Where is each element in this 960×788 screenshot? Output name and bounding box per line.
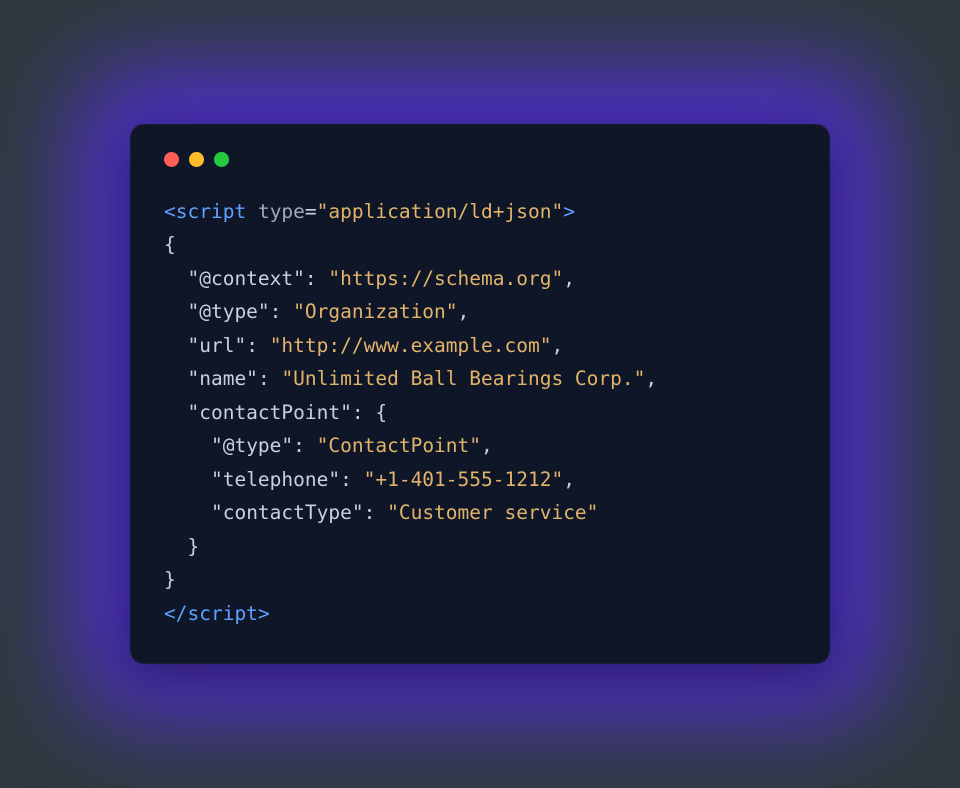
tag-open-end: > xyxy=(563,200,575,223)
minimize-icon[interactable] xyxy=(189,152,204,167)
code-window: <script type="application/ld+json"> { "@… xyxy=(130,124,830,665)
colon: : xyxy=(293,434,305,457)
space xyxy=(246,200,258,223)
value-contacttype: "Customer service" xyxy=(387,501,598,524)
window-titlebar xyxy=(164,152,796,167)
key-telephone: "telephone" xyxy=(211,468,340,491)
colon: : xyxy=(270,300,282,323)
attr-value: "application/ld+json" xyxy=(317,200,564,223)
window-glow: <script type="application/ld+json"> { "@… xyxy=(60,54,900,735)
value-type: "Organization" xyxy=(293,300,457,323)
brace-close-outer: } xyxy=(164,568,176,591)
key-cp-type: "@type" xyxy=(211,434,293,457)
tag-name-open: script xyxy=(176,200,246,223)
space xyxy=(305,434,317,457)
tag-close-angle: </ xyxy=(164,602,187,625)
colon: : xyxy=(364,501,376,524)
tag-open-angle: < xyxy=(164,200,176,223)
equals: = xyxy=(305,200,317,223)
key-name: "name" xyxy=(187,367,257,390)
comma: , xyxy=(481,434,493,457)
value-cp-type: "ContactPoint" xyxy=(317,434,481,457)
tag-close-end: > xyxy=(258,602,270,625)
code-block: <script type="application/ld+json"> { "@… xyxy=(164,195,796,631)
key-contacttype: "contactType" xyxy=(211,501,364,524)
colon: : xyxy=(352,401,364,424)
zoom-icon[interactable] xyxy=(214,152,229,167)
brace-open-outer: { xyxy=(164,233,176,256)
space xyxy=(258,334,270,357)
space xyxy=(270,367,282,390)
value-url: "http://www.example.com" xyxy=(270,334,552,357)
brace-close-inner: } xyxy=(187,535,199,558)
colon: : xyxy=(258,367,270,390)
colon: : xyxy=(246,334,258,357)
space xyxy=(281,300,293,323)
value-name: "Unlimited Ball Bearings Corp." xyxy=(281,367,645,390)
key-contactpoint: "contactPoint" xyxy=(187,401,351,424)
tag-name-close: script xyxy=(187,602,257,625)
comma: , xyxy=(563,267,575,290)
colon: : xyxy=(305,267,317,290)
brace-open-inner: { xyxy=(375,401,387,424)
space xyxy=(364,401,376,424)
comma: , xyxy=(458,300,470,323)
close-icon[interactable] xyxy=(164,152,179,167)
space xyxy=(375,501,387,524)
key-type: "@type" xyxy=(187,300,269,323)
comma: , xyxy=(563,468,575,491)
attr-name: type xyxy=(258,200,305,223)
space xyxy=(352,468,364,491)
comma: , xyxy=(645,367,657,390)
value-telephone: "+1-401-555-1212" xyxy=(364,468,564,491)
comma: , xyxy=(551,334,563,357)
key-url: "url" xyxy=(187,334,246,357)
value-context: "https://schema.org" xyxy=(328,267,563,290)
colon: : xyxy=(340,468,352,491)
key-context: "@context" xyxy=(187,267,304,290)
space xyxy=(317,267,329,290)
